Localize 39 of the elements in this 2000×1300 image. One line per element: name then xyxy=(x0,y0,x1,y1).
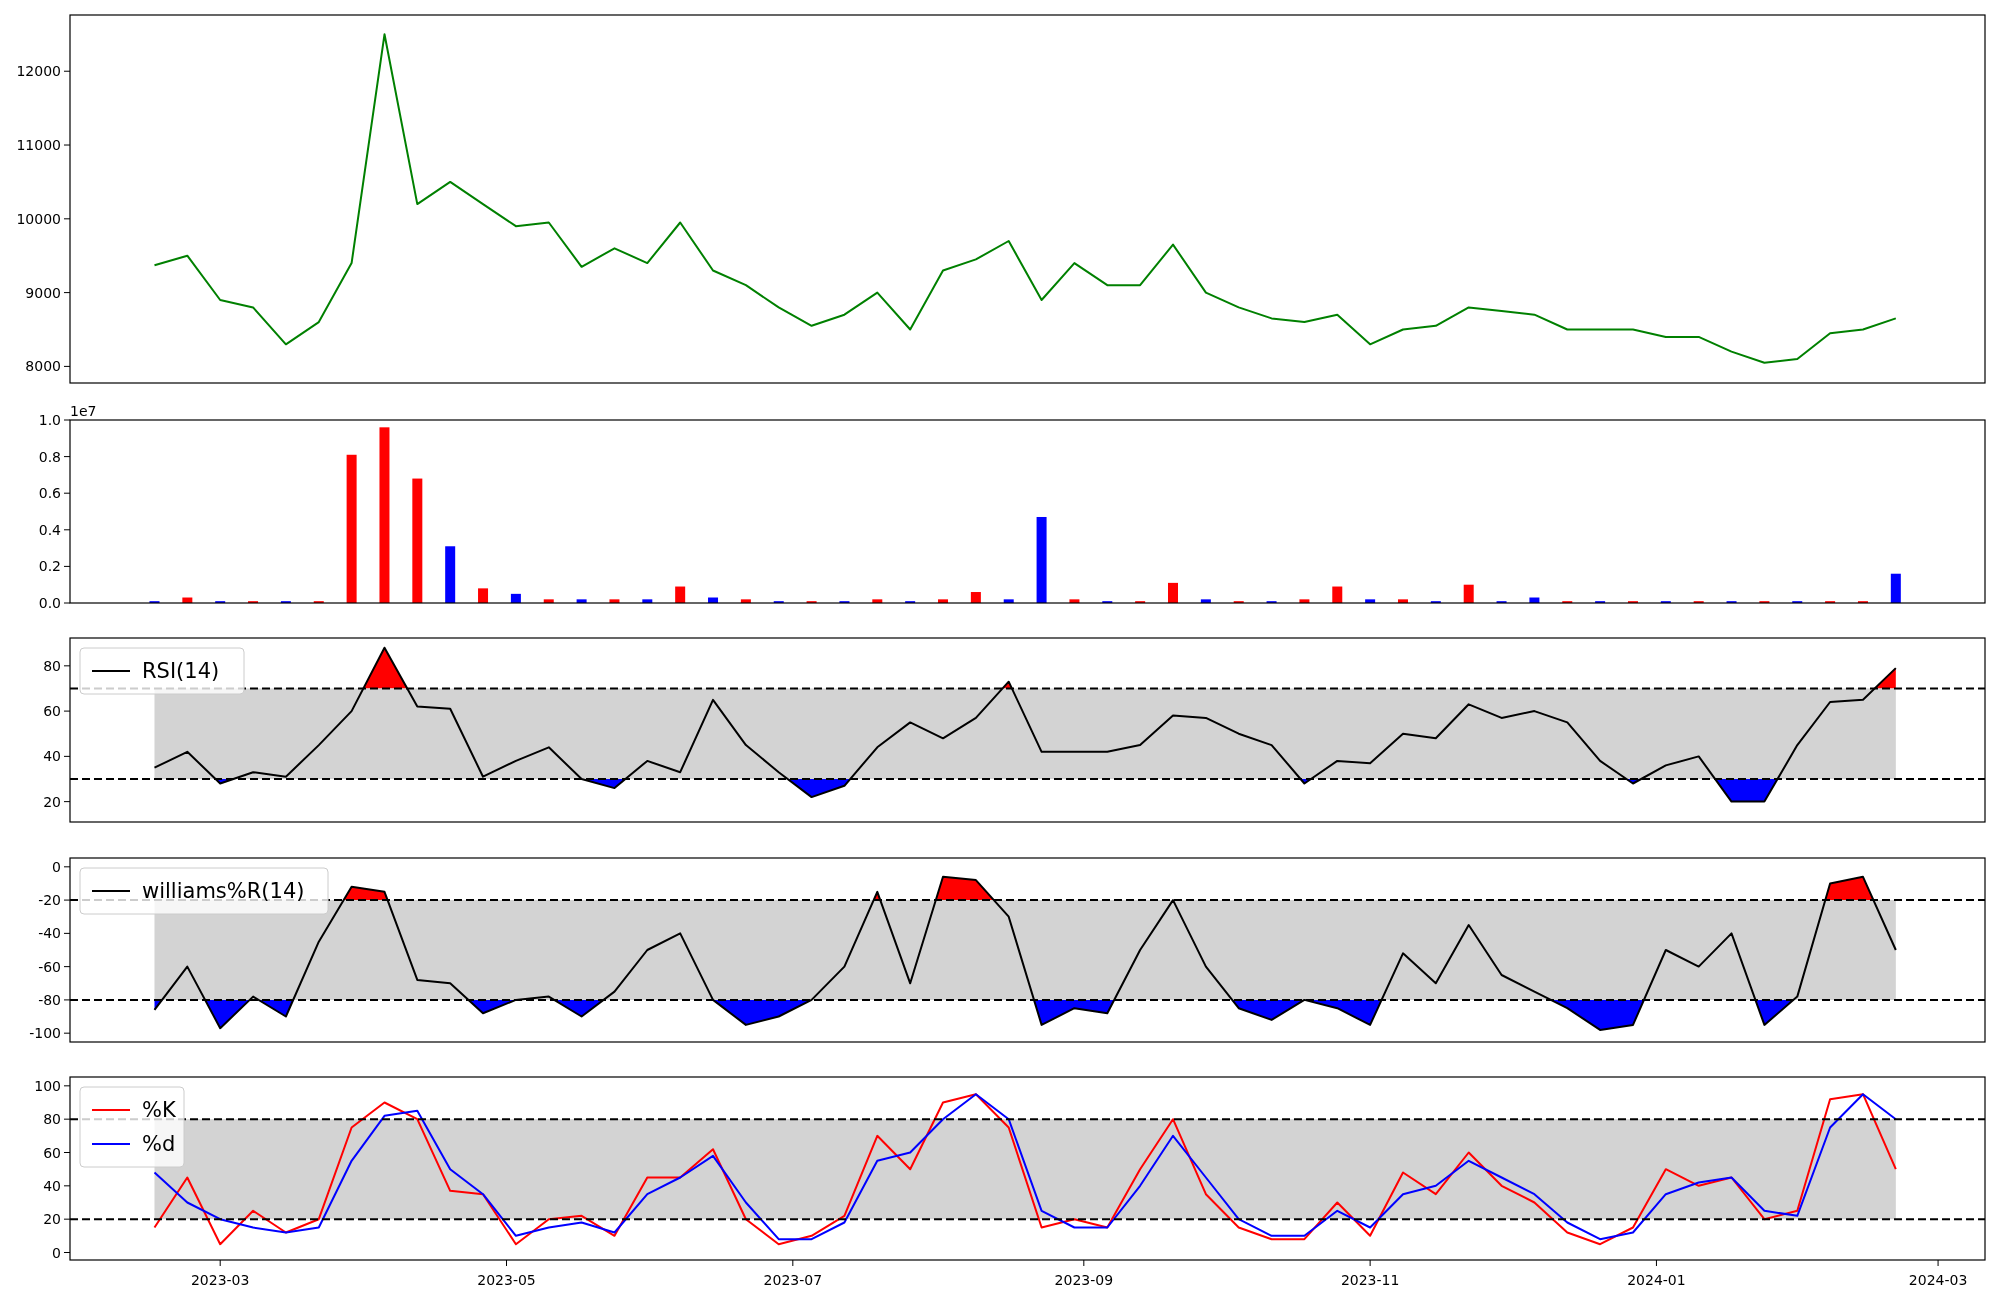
legend-label: %K xyxy=(142,1098,176,1122)
x-tick-label: 2023-05 xyxy=(477,1272,536,1288)
y-tick-label: -40 xyxy=(38,925,61,942)
x-tick-label: 2024-03 xyxy=(1908,1272,1968,1288)
legend-label: RSI(14) xyxy=(142,659,220,683)
y-tick-label: 80 xyxy=(43,1111,61,1128)
x-tick-label: 2023-03 xyxy=(190,1272,250,1288)
y-tick-label: 40 xyxy=(43,1177,61,1194)
y-tick-label: 100 xyxy=(34,1077,61,1094)
y-tick-label: 20 xyxy=(43,1211,61,1228)
x-tick-label: 2023-07 xyxy=(763,1272,823,1288)
y-tick-label: 0 xyxy=(52,1244,61,1261)
x-tick-label: 2024-01 xyxy=(1627,1272,1686,1288)
y-tick-label: 80 xyxy=(43,657,61,674)
y-tick-label: 0.0 xyxy=(38,595,61,611)
y-tick-label: 10000 xyxy=(16,210,61,227)
y-tick-label: -80 xyxy=(38,991,61,1008)
y-tick-label: 0.6 xyxy=(38,485,61,502)
y-tick-label: -60 xyxy=(38,958,61,975)
x-tick-label: 2023-11 xyxy=(1340,1272,1400,1288)
axis-offset-label: 1e7 xyxy=(70,403,97,419)
y-tick-label: 9000 xyxy=(25,284,61,301)
x-tick-label: 2023-09 xyxy=(1054,1272,1114,1288)
y-tick-label: 12000 xyxy=(16,63,61,80)
legend-label: %d xyxy=(142,1132,176,1156)
y-tick-label: 0.2 xyxy=(38,558,61,575)
y-tick-label: 60 xyxy=(43,703,61,720)
y-tick-label: 0 xyxy=(52,858,61,875)
y-tick-label: -100 xyxy=(29,1025,61,1042)
y-tick-label: 20 xyxy=(43,793,61,810)
legend-label: williams%R(14) xyxy=(142,879,305,903)
y-tick-label: 60 xyxy=(43,1144,61,1161)
y-tick-label: 11000 xyxy=(16,137,61,153)
y-tick-label: 1.0 xyxy=(38,412,61,428)
y-tick-label: -20 xyxy=(38,892,61,909)
y-tick-label: 0.8 xyxy=(38,448,61,465)
y-tick-label: 8000 xyxy=(25,358,61,375)
y-tick-label: 0.4 xyxy=(38,521,61,538)
y-tick-label: 40 xyxy=(43,748,61,765)
